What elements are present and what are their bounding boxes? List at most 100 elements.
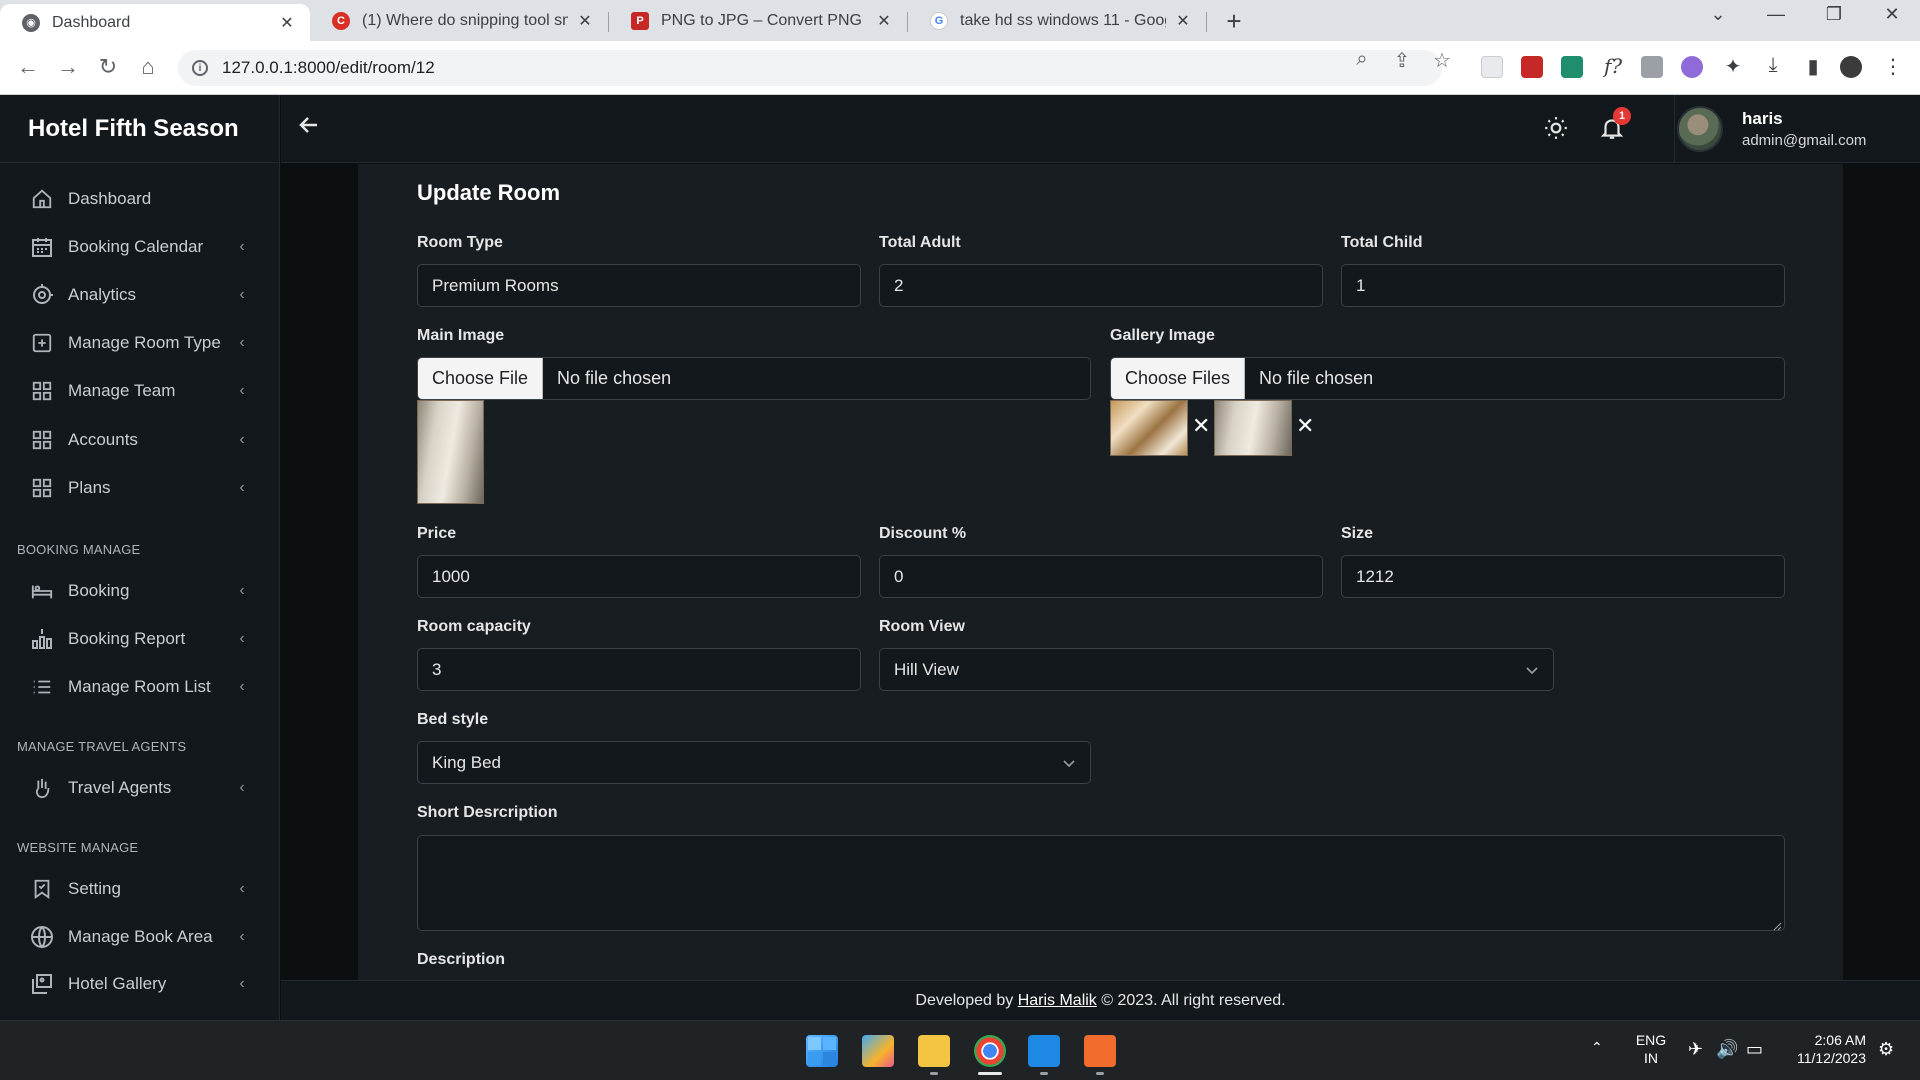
extension-icon[interactable]	[1641, 56, 1663, 78]
sidebar-item-setting[interactable]: Setting ‹	[0, 866, 279, 912]
zoom-icon[interactable]: ⌕	[1347, 48, 1377, 71]
sidebar-item-booking-report[interactable]: Booking Report ‹	[0, 616, 279, 662]
bookmark-star-icon[interactable]: ☆	[1427, 48, 1457, 73]
window-close-icon[interactable]: ✕	[1872, 4, 1912, 25]
airplane-mode-icon[interactable]: ✈	[1688, 1039, 1703, 1060]
sidebar-item-analytics[interactable]: Analytics ‹	[0, 272, 279, 318]
sidebar-item-manage-room-type[interactable]: Manage Room Type ‹	[0, 320, 279, 366]
address-bar[interactable]: i 127.0.0.1:8000/edit/room/12	[178, 50, 1442, 86]
chevron-down-icon	[1062, 755, 1076, 769]
sidebar-item-travel-agents[interactable]: Travel Agents ‹	[0, 765, 279, 811]
profile-avatar[interactable]	[1840, 56, 1862, 78]
share-icon[interactable]: ⇪	[1387, 48, 1417, 73]
tab-title: Dashboard	[52, 13, 131, 31]
app-active-indicator	[978, 1072, 1002, 1075]
puzzle-icon[interactable]: ✦	[1720, 54, 1746, 79]
tab-dashboard[interactable]: ◉ Dashboard ✕	[0, 4, 310, 41]
main-image-file-input[interactable]: Choose File No file chosen	[417, 357, 1091, 400]
sidebar-item-manage-room-list[interactable]: Manage Room List ‹	[0, 664, 279, 710]
notifications-icon[interactable]: ⚙	[1878, 1039, 1894, 1060]
site-info-icon[interactable]: i	[192, 60, 208, 76]
sidepanel-icon[interactable]: ▮	[1800, 54, 1826, 79]
close-icon[interactable]: ✕	[1174, 11, 1192, 31]
tab-png-to-jpg[interactable]: P PNG to JPG – Convert PNG imag ✕	[609, 0, 907, 41]
short-description-textarea[interactable]	[417, 835, 1785, 931]
restore-icon[interactable]: ❐	[1814, 4, 1854, 25]
extension-icon[interactable]	[1561, 56, 1583, 78]
tray-chevron-up-icon[interactable]: ⌃	[1591, 1039, 1603, 1056]
total-child-input[interactable]: 1	[1341, 264, 1785, 307]
author-link[interactable]: Haris Malik	[1018, 992, 1097, 1010]
menu-kebab-icon[interactable]: ⋮	[1880, 54, 1906, 79]
xampp-icon[interactable]	[1084, 1035, 1116, 1067]
grid-icon	[30, 379, 54, 403]
close-icon[interactable]: ✕	[576, 11, 594, 31]
windows-start-icon[interactable]	[806, 1035, 838, 1067]
remove-gallery-image-icon[interactable]: ✕	[1192, 413, 1210, 439]
user-avatar[interactable]	[1677, 106, 1723, 152]
sidebar-item-manage-team[interactable]: Manage Team ‹	[0, 368, 279, 414]
clock[interactable]: 2:06 AM 11/12/2023	[1786, 1031, 1866, 1067]
language-indicator[interactable]: ENG IN	[1635, 1031, 1667, 1067]
close-icon[interactable]: ✕	[278, 13, 296, 33]
back-icon[interactable]: ←	[14, 54, 42, 80]
sidebar-item-hotel-gallery[interactable]: Hotel Gallery ‹	[0, 961, 279, 1007]
room-capacity-label: Room capacity	[417, 618, 531, 635]
sidebar-item-label: Manage Room Type	[68, 333, 221, 352]
chevron-left-icon: ‹	[239, 382, 245, 399]
discount-label: Discount %	[879, 525, 967, 542]
tab-snipping[interactable]: C (1) Where do snipping tool snip ✕	[310, 0, 608, 41]
extension-icon[interactable]	[1681, 56, 1703, 78]
tab-google-search[interactable]: G take hd ss windows 11 - Google ✕	[908, 0, 1206, 41]
room-view-select[interactable]: Hill View	[879, 648, 1554, 691]
total-adult-input[interactable]: 2	[879, 264, 1323, 307]
tab-search-chevron-icon[interactable]: ⌄	[1698, 4, 1738, 25]
gallery-image-file-input[interactable]: Choose Files No file chosen	[1110, 357, 1785, 400]
minimize-icon[interactable]: —	[1756, 4, 1796, 25]
size-label: Size	[1341, 525, 1374, 542]
plus-square-icon	[30, 331, 54, 355]
forward-icon[interactable]: →	[54, 54, 82, 80]
file-explorer-icon[interactable]	[918, 1035, 950, 1067]
sidebar-item-accounts[interactable]: Accounts ‹	[0, 417, 279, 463]
home-icon[interactable]: ⌂	[134, 54, 162, 80]
sidebar-item-plans[interactable]: Plans ‹	[0, 465, 279, 511]
theme-toggle-sun-icon[interactable]	[1543, 115, 1569, 141]
room-type-input[interactable]: Premium Rooms	[417, 264, 861, 307]
sidebar-item-label: Plans	[68, 478, 111, 497]
size-input[interactable]: 1212	[1341, 555, 1785, 598]
copilot-icon[interactable]	[862, 1035, 894, 1067]
discount-input[interactable]: 0	[879, 555, 1323, 598]
resize-grip-icon[interactable]	[1772, 918, 1782, 931]
sidebar-item-manage-book-area[interactable]: Manage Book Area ‹	[0, 914, 279, 960]
font-extension-icon[interactable]: f?	[1600, 54, 1626, 78]
battery-icon[interactable]: ▭	[1746, 1039, 1763, 1060]
tab-title: (1) Where do snipping tool snip	[362, 11, 568, 29]
clock-date: 11/12/2023	[1796, 1050, 1866, 1066]
volume-icon[interactable]: 🔊	[1716, 1039, 1738, 1060]
vscode-icon[interactable]	[1028, 1035, 1060, 1067]
sidebar-item-dashboard[interactable]: Dashboard	[0, 176, 279, 222]
close-icon[interactable]: ✕	[875, 11, 893, 31]
choose-file-button[interactable]: Choose File	[418, 358, 544, 399]
back-arrow-icon[interactable]	[297, 113, 321, 144]
price-input[interactable]: 1000	[417, 555, 861, 598]
sidebar-item-label: Booking	[68, 581, 130, 600]
extension-icon[interactable]	[1481, 56, 1503, 78]
choose-files-button[interactable]: Choose Files	[1111, 358, 1246, 399]
user-name[interactable]: haris	[1742, 109, 1783, 129]
reload-icon[interactable]: ↻	[94, 54, 122, 80]
chrome-icon[interactable]	[974, 1035, 1006, 1067]
bed-style-selected: King Bed	[432, 752, 501, 772]
section-heading-travel: MANAGE TRAVEL AGENTS	[17, 739, 187, 754]
section-heading-website: WEBSITE MANAGE	[17, 840, 139, 855]
room-capacity-input[interactable]: 3	[417, 648, 861, 691]
download-icon[interactable]: ⤓	[1760, 54, 1786, 77]
sidebar-item-booking[interactable]: Booking ‹	[0, 568, 279, 614]
ublock-extension-icon[interactable]	[1521, 56, 1543, 78]
bed-style-select[interactable]: King Bed	[417, 741, 1091, 784]
new-tab-button[interactable]: +	[1222, 6, 1246, 37]
sidebar-item-booking-calendar[interactable]: Booking Calendar ‹	[0, 224, 279, 270]
remove-gallery-image-icon[interactable]: ✕	[1296, 413, 1314, 439]
short-description-label: Short Desrcription	[417, 804, 558, 821]
